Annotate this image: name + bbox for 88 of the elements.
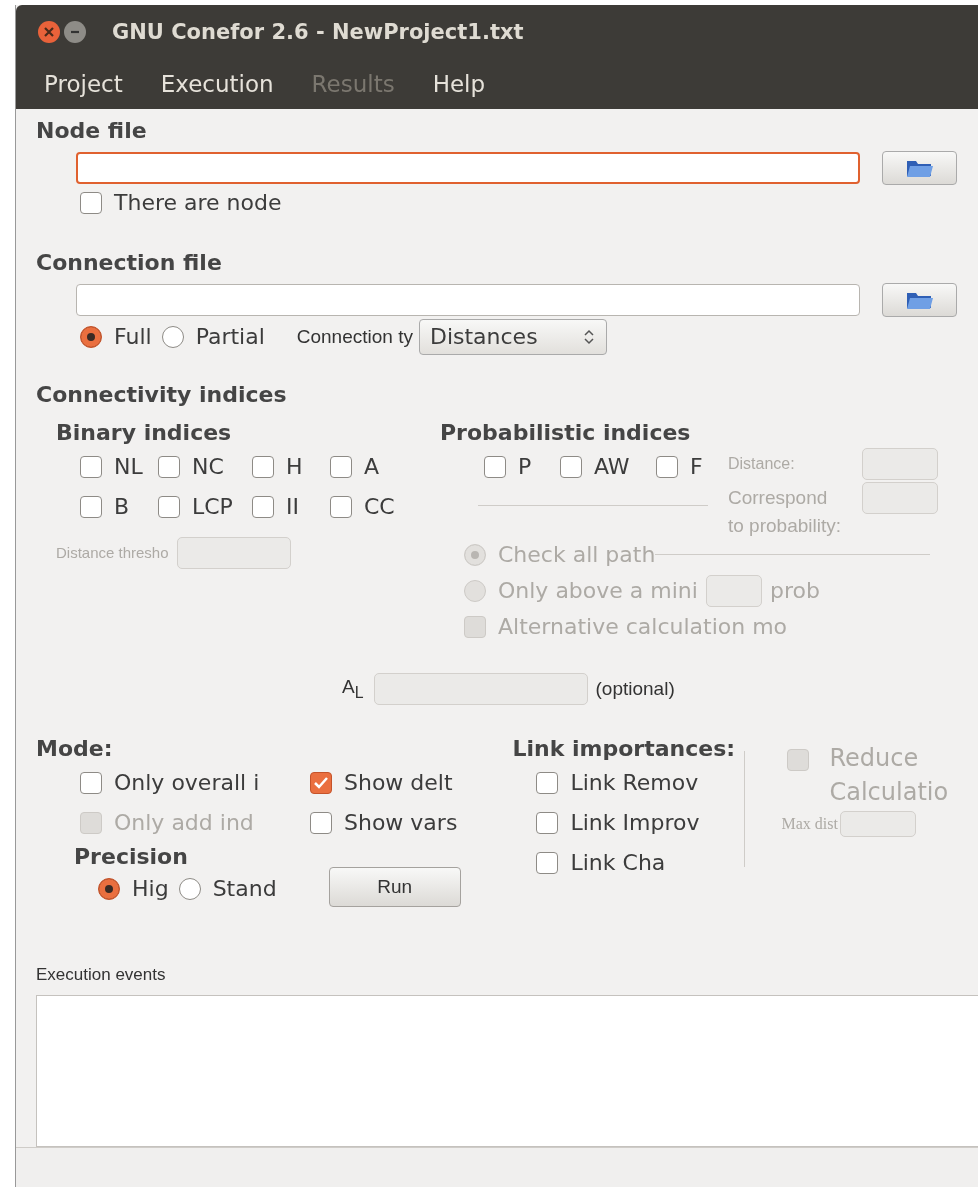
- checkbox[interactable]: [252, 495, 274, 518]
- radio-button[interactable]: [98, 877, 120, 900]
- browse-button[interactable]: [882, 282, 957, 317]
- input-field[interactable]: [76, 283, 860, 316]
- connection-type-dropdown[interactable]: Distances: [418, 318, 607, 355]
- checkbox-label: NC: [192, 452, 224, 481]
- distance-label: Distance:: [728, 454, 795, 473]
- checkbox[interactable]: [310, 771, 332, 794]
- run-button[interactable]: Run: [328, 866, 461, 907]
- checkbox[interactable]: [536, 851, 559, 874]
- checkbox[interactable]: [158, 455, 180, 478]
- max-distance-label: Max dist: [781, 814, 838, 833]
- checkbox-label: There are node: [114, 188, 282, 217]
- checkbox-label: II: [286, 492, 299, 521]
- execution-events-label: Execution events: [36, 964, 167, 985]
- checkbox-label: P: [518, 452, 532, 481]
- checkbox-label: H: [286, 452, 303, 481]
- menu-item[interactable]: Execution: [150, 70, 284, 97]
- radio-label: Stand: [212, 874, 277, 903]
- checkbox-label: Show vars: [344, 808, 458, 837]
- input-field[interactable]: [839, 810, 916, 837]
- checkbox-label: Show delt: [344, 768, 453, 797]
- section-heading: Node file: [36, 116, 148, 145]
- window-title: GNU Conefor 2.6 - NewProject1.txt: [112, 20, 524, 45]
- checkbox-label: NL: [114, 452, 143, 481]
- section-heading: Connection file: [36, 248, 223, 277]
- checkbox-label: AW: [594, 452, 630, 481]
- checkbox[interactable]: [80, 191, 102, 214]
- checkbox[interactable]: [80, 771, 102, 794]
- close-button[interactable]: [38, 21, 60, 44]
- section-heading: Connectivity indices: [36, 380, 288, 409]
- checkbox[interactable]: [310, 811, 332, 834]
- radio-button[interactable]: [80, 325, 102, 348]
- checkbox-label: Only overall i: [114, 768, 260, 797]
- input-field[interactable]: [76, 151, 860, 184]
- checkbox[interactable]: [536, 811, 559, 834]
- checkbox[interactable]: [158, 495, 180, 518]
- checkbox[interactable]: [656, 455, 678, 478]
- minimize-button[interactable]: [64, 21, 86, 44]
- checkbox-label: F: [690, 452, 703, 481]
- subsection-heading: Binary indices: [56, 418, 233, 447]
- checkbox[interactable]: [560, 455, 582, 478]
- checkbox[interactable]: [330, 495, 352, 518]
- input-field[interactable]: [862, 447, 938, 480]
- checkbox-label: CC: [364, 492, 395, 521]
- radio-button[interactable]: [161, 325, 184, 348]
- radio-label: Partial: [195, 322, 265, 351]
- probability-suffix: prob: [769, 576, 820, 605]
- probability-label: to probability:: [728, 514, 842, 537]
- checkbox-label: A: [364, 452, 380, 481]
- radio-button[interactable]: [178, 877, 201, 900]
- checkbox[interactable]: [484, 455, 506, 478]
- checkbox-label: Only add ind: [114, 808, 254, 837]
- input-field[interactable]: [176, 536, 291, 569]
- checkbox-label: Reduce: [829, 742, 920, 774]
- input-field[interactable]: [373, 672, 588, 705]
- close-icon: [43, 26, 55, 39]
- optional-note: (optional): [595, 677, 675, 700]
- al-label: A$_{L}$: [342, 675, 364, 702]
- subsection-heading: Probabilistic indices: [440, 418, 692, 447]
- checkbox-label: Alternative calculation mo: [498, 612, 788, 641]
- menu-item[interactable]: Help: [422, 70, 496, 97]
- checkbox[interactable]: [252, 455, 274, 478]
- radio-label: Check all path: [498, 540, 656, 569]
- connection-type-label: Connection ty: [296, 325, 413, 348]
- checkbox[interactable]: [80, 495, 102, 518]
- checkbox-label: Link Improv: [570, 808, 700, 837]
- section-heading: Mode:: [36, 734, 114, 763]
- input-field[interactable]: [862, 481, 938, 514]
- checkbox-label: Calculatio: [829, 776, 949, 808]
- updown-icon: [583, 328, 594, 345]
- menu-item[interactable]: Project: [34, 70, 133, 97]
- checkbox-label: B: [114, 492, 130, 521]
- distance-threshold-label: Distance thresho: [56, 544, 169, 562]
- section-heading: Link importances:: [512, 734, 736, 763]
- radio-label: Hig: [132, 874, 169, 903]
- radio-label: Full: [114, 322, 152, 351]
- radio-label: Only above a mini: [498, 576, 698, 605]
- checkbox[interactable]: [330, 455, 352, 478]
- checkbox[interactable]: [80, 455, 102, 478]
- checkbox[interactable]: [536, 771, 559, 794]
- checkbox-label: Link Cha: [570, 848, 666, 877]
- checkbox-label: Link Remov: [570, 768, 699, 797]
- input-field[interactable]: [705, 574, 762, 607]
- section-heading: Precision: [74, 842, 189, 871]
- checkbox-label: LCP: [192, 492, 233, 521]
- correspond-label: Correspond: [728, 486, 828, 509]
- browse-button[interactable]: [882, 150, 957, 185]
